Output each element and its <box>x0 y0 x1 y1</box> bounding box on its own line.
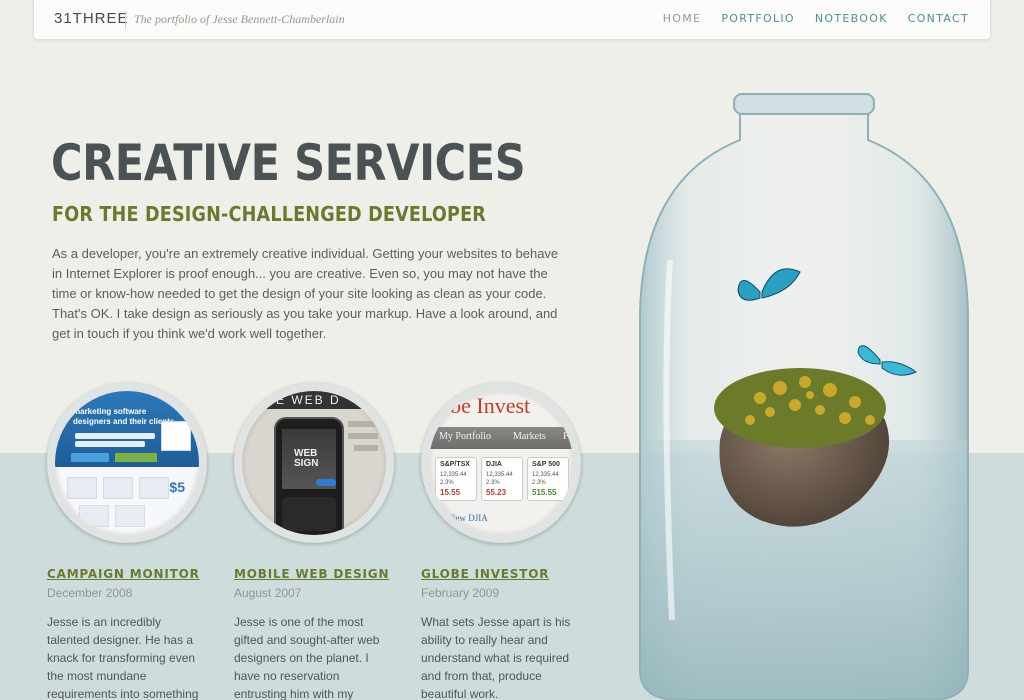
thumb-index-box: S&P/TSX 12,335.44 2.3% 15.55 <box>435 457 477 501</box>
thumb-tab: Fu <box>563 431 574 442</box>
thumb-index-box: DJIA 12,335.44 2.3% 55.23 <box>481 457 523 501</box>
project-thumbnail-mobile-web-design[interactable]: E WEB D WEB SIGN <box>234 383 394 543</box>
project-thumbnail-globe-investor[interactable]: lobe Invest My Portfolio Markets Fu S&P/… <box>421 383 581 543</box>
thumb-index-box: S&P 500 12,335.44 2.3% 515.55 <box>527 457 569 501</box>
thumb-text-line <box>75 441 145 447</box>
index-percent: 2.3% <box>532 480 546 486</box>
hero-title: CREATIVE SERVICES <box>51 134 526 192</box>
thumb-tab: My Portfolio <box>439 431 491 442</box>
project-date: December 2008 <box>47 586 133 600</box>
thumb-brand: lobe Invest <box>433 393 531 418</box>
project-card-globe-investor: lobe Invest My Portfolio Markets Fu S&P/… <box>421 383 581 700</box>
thumb-text-line <box>354 445 378 451</box>
thumb-feature-cell <box>139 477 169 499</box>
nav-portfolio[interactable]: PORTFOLIO <box>721 12 795 25</box>
project-date: February 2009 <box>421 586 500 600</box>
thumb-phone-keypad <box>282 497 336 531</box>
thumb-phone: WEB SIGN <box>276 419 342 535</box>
index-change: 15.55 <box>440 488 461 497</box>
project-date: August 2007 <box>234 586 302 600</box>
site-header: 31THREE The portfolio of Jesse Bennett-C… <box>33 0 991 40</box>
thumb-text-line <box>348 421 378 427</box>
project-card-campaign-monitor: marketing software designers and their c… <box>47 383 207 700</box>
hero-subtitle: FOR THE DESIGN-CHALLENGED DEVELOPER <box>52 202 487 226</box>
thumb-feature-cell <box>79 505 109 527</box>
thumb-feature-cell <box>115 505 145 527</box>
thumb-text-line <box>75 433 155 439</box>
project-testimonial: Jesse is an incredibly talented designer… <box>47 615 199 700</box>
thumb-feature-cell <box>67 477 97 499</box>
hero-intro-text: As a developer, you're an extremely crea… <box>52 246 559 341</box>
thumb-chart <box>161 421 191 451</box>
thumb-screen-badge <box>316 479 336 486</box>
site-logo[interactable]: 31THREE <box>54 10 129 27</box>
index-label: DJIA <box>486 461 502 468</box>
index-value: 12,335.44 <box>440 472 467 478</box>
index-label: S&P/TSX <box>440 461 470 468</box>
thumb-text-line <box>348 433 378 439</box>
project-title-link[interactable]: MOBILE WEB DESIGN <box>234 567 394 581</box>
glass-jar-image <box>639 93 969 700</box>
project-title-link[interactable]: CAMPAIGN MONITOR <box>47 567 207 581</box>
thumb-tab: Markets <box>513 431 546 442</box>
index-value: 12,335.44 <box>486 472 513 478</box>
index-label: S&P 500 <box>532 461 560 468</box>
header-divider <box>125 11 126 29</box>
index-percent: 2.3% <box>440 480 454 486</box>
thumb-screen-text: WEB SIGN <box>294 448 319 469</box>
thumb-tab-bar: My Portfolio Markets Fu <box>429 427 573 449</box>
nav-notebook[interactable]: NOTEBOOK <box>815 12 888 25</box>
thumb-view-link: View DJIA <box>447 513 488 523</box>
index-change: 515.55 <box>532 488 557 497</box>
index-change: 55.23 <box>486 488 507 497</box>
thumb-price: $5 <box>169 479 185 495</box>
index-percent: 2.3% <box>486 480 500 486</box>
thumb-phone-screen: WEB SIGN <box>282 429 336 489</box>
thumb-button <box>115 453 157 462</box>
thumb-book-title: E WEB D <box>276 393 341 407</box>
main-nav: HOME PORTFOLIO NOTEBOOK CONTACT <box>663 12 969 25</box>
project-testimonial: Jesse is one of the most gifted and soug… <box>234 615 380 700</box>
project-thumbnail-campaign-monitor[interactable]: marketing software designers and their c… <box>47 383 207 543</box>
jar-illustration <box>610 60 1024 700</box>
nav-contact[interactable]: CONTACT <box>908 12 969 25</box>
thumb-feature-cell <box>103 477 133 499</box>
project-title-link[interactable]: GLOBE INVESTOR <box>421 567 581 581</box>
index-value: 12,335.44 <box>532 472 559 478</box>
project-card-mobile-web-design: E WEB D WEB SIGN MOBILE WEB DESIGN Augus… <box>234 383 394 700</box>
project-testimonial: What sets Jesse apart is his ability to … <box>421 615 571 700</box>
nav-home[interactable]: HOME <box>663 12 702 25</box>
thumb-button <box>71 453 109 462</box>
site-tagline: The portfolio of Jesse Bennett-Chamberla… <box>134 12 345 26</box>
thumb-book-header: E WEB D <box>242 391 386 409</box>
